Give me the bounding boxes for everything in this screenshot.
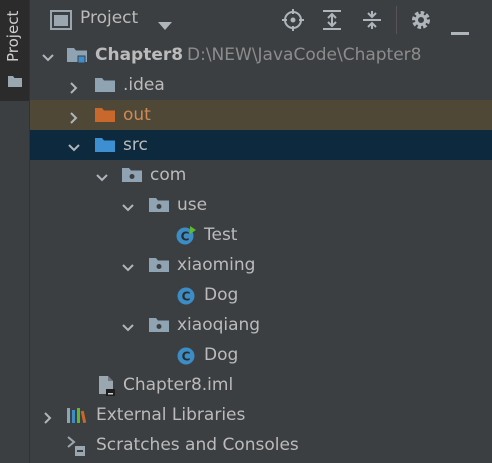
folder-icon <box>94 75 116 99</box>
gear-icon[interactable] <box>410 9 432 35</box>
tree-node-xiaoqiang[interactable]: xiaoqiang <box>30 310 492 340</box>
tree-node-label: Test <box>204 225 238 245</box>
tree-node-iml-file[interactable]: Chapter8.iml <box>30 370 492 400</box>
module-folder-icon <box>66 45 88 69</box>
libraries-icon <box>66 405 88 429</box>
tree-node-src[interactable]: src <box>30 130 492 160</box>
package-icon <box>148 255 170 279</box>
project-panel: Project Chapter8 D:\NEW\JavaCode\Chapter… <box>30 0 492 463</box>
toolbar-separator <box>396 6 397 34</box>
tree-node-label: Scratches and Consoles <box>96 435 299 455</box>
svg-text:C: C <box>181 230 190 244</box>
chevron-down-icon[interactable] <box>122 259 134 272</box>
project-tree: Chapter8 D:\NEW\JavaCode\Chapter8 .idea … <box>30 40 492 463</box>
project-header: Project <box>30 0 492 41</box>
tree-node-scratches[interactable]: Scratches and Consoles <box>30 430 492 460</box>
tree-node-test-class[interactable]: C Test <box>30 220 492 250</box>
chevron-down-icon[interactable] <box>122 199 134 212</box>
svg-text:C: C <box>182 290 191 304</box>
tree-node-label: Chapter8.iml <box>123 375 234 395</box>
package-icon <box>148 315 170 339</box>
tree-node-use[interactable]: use <box>30 190 492 220</box>
tree-node-label: Dog <box>204 345 239 365</box>
folder-icon <box>7 73 23 92</box>
tree-node-label: src <box>123 135 148 155</box>
tree-node-label: External Libraries <box>96 405 246 425</box>
tree-node-dog-class[interactable]: C Dog <box>30 280 492 310</box>
chevron-down-icon[interactable] <box>96 169 108 182</box>
tree-node-label: xiaoming <box>177 255 256 275</box>
tree-node-com[interactable]: com <box>30 160 492 190</box>
minimize-icon[interactable] <box>451 20 469 39</box>
collapse-all-icon[interactable] <box>362 10 382 34</box>
project-tab-label: Project <box>4 10 22 62</box>
package-icon <box>148 195 170 219</box>
tree-node-label: com <box>150 165 187 185</box>
tree-node-xiaoming[interactable]: xiaoming <box>30 250 492 280</box>
tree-node-label: .idea <box>123 75 165 95</box>
module-file-icon <box>96 375 118 401</box>
tree-node-idea[interactable]: .idea <box>30 70 492 100</box>
source-folder-icon <box>94 135 116 159</box>
excluded-folder-icon <box>94 105 116 129</box>
locate-icon[interactable] <box>282 9 304 35</box>
chevron-down-icon[interactable] <box>158 16 172 35</box>
chevron-right-icon[interactable] <box>68 79 80 94</box>
scratches-icon <box>66 435 88 461</box>
expand-all-icon[interactable] <box>322 10 342 34</box>
project-root-name: Chapter8 <box>95 45 184 65</box>
tree-node-project-root[interactable]: Chapter8 D:\NEW\JavaCode\Chapter8 <box>30 40 492 70</box>
view-selector-title[interactable]: Project <box>80 8 138 28</box>
tree-node-label: Dog <box>204 285 239 305</box>
chevron-right-icon[interactable] <box>42 409 54 424</box>
tool-window-strip: Project <box>0 0 30 463</box>
project-window-icon <box>50 10 72 34</box>
svg-text:C: C <box>182 350 191 364</box>
tree-node-label: xiaoqiang <box>177 315 261 335</box>
tree-node-label: use <box>177 195 208 215</box>
project-root-path: D:\NEW\JavaCode\Chapter8 <box>187 45 422 65</box>
project-tool-tab[interactable]: Project <box>0 0 29 101</box>
class-icon: C <box>175 285 197 311</box>
tree-node-label: out <box>123 105 151 125</box>
tree-node-external-libraries[interactable]: External Libraries <box>30 400 492 430</box>
chevron-down-icon[interactable] <box>122 319 134 332</box>
chevron-down-icon[interactable] <box>42 49 54 62</box>
class-icon: C <box>175 345 197 371</box>
chevron-right-icon[interactable] <box>68 109 80 124</box>
tree-node-dog-class[interactable]: C Dog <box>30 340 492 370</box>
package-icon <box>121 165 143 189</box>
tree-node-out[interactable]: out <box>30 100 492 130</box>
chevron-down-icon[interactable] <box>68 139 80 152</box>
runnable-class-icon: C <box>175 225 197 251</box>
